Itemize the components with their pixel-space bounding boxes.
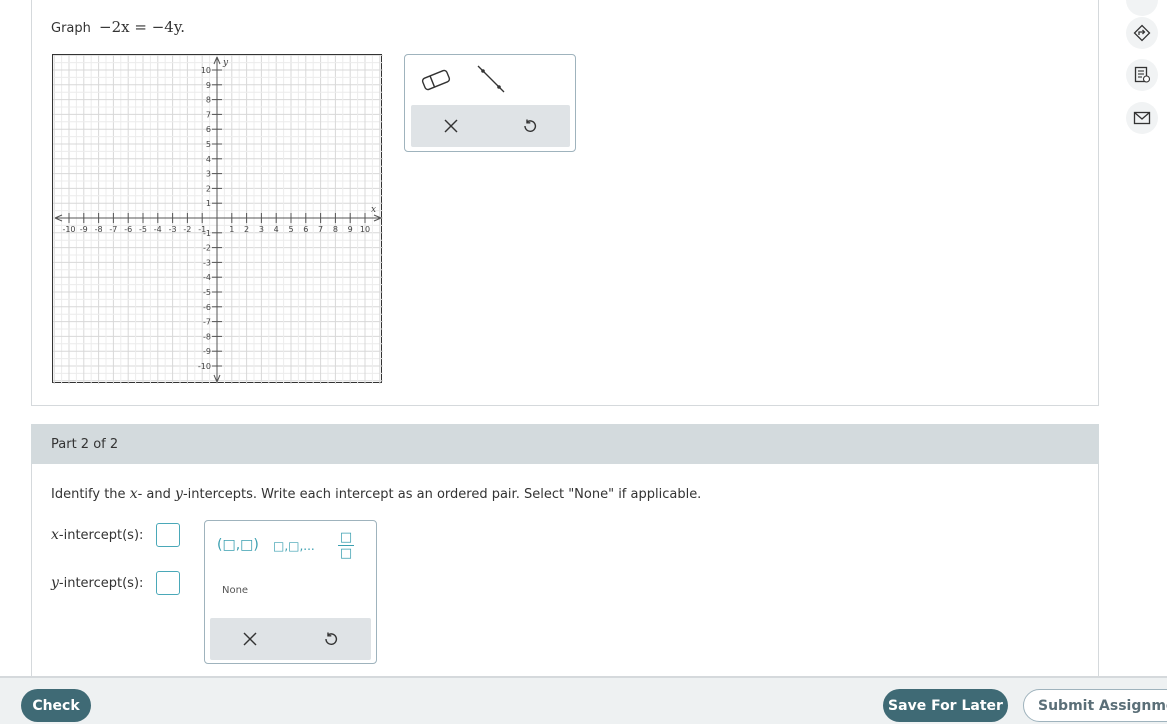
y-tick-label: 3 <box>206 170 211 179</box>
label-text: -intercept(s): <box>58 528 144 543</box>
y-tick-label: 4 <box>206 155 211 164</box>
x-tick-label: 3 <box>259 225 264 234</box>
fraction-template-button[interactable]: □ □ <box>338 531 354 560</box>
y-tick-label: 7 <box>206 110 211 119</box>
fraction-numerator: □ <box>339 530 353 545</box>
x-tick-label: -9 <box>80 225 88 234</box>
y-var: y <box>51 575 59 591</box>
line-tool-icon[interactable] <box>475 63 507 99</box>
y-intercept-input[interactable] <box>156 571 180 595</box>
x-tick-label: 6 <box>303 225 308 234</box>
check-button[interactable]: Check <box>21 689 91 722</box>
y-axis-label: y <box>222 58 229 68</box>
y-tick-label: -6 <box>203 303 211 312</box>
eraser-icon[interactable] <box>419 67 453 97</box>
x-tick-label: -5 <box>139 225 147 234</box>
x-tick-label: 5 <box>288 225 293 234</box>
clear-graph-button[interactable] <box>411 105 491 147</box>
y-tick-label: -10 <box>198 362 211 371</box>
palette-actions <box>210 618 371 660</box>
y-tick-label: -8 <box>203 332 211 341</box>
email-instructor-button[interactable] <box>1126 102 1158 134</box>
x-tick-label: 9 <box>348 225 353 234</box>
x-tick-label: -7 <box>109 225 117 234</box>
graph-svg[interactable]: -10 -9 -8 -7 -6 -5 -4 -3 -2 -1 1 2 3 4 5 6 7 8 9 1010987654… <box>53 55 383 384</box>
y-tick-label: -3 <box>203 258 211 267</box>
mail-icon <box>1133 111 1151 125</box>
undo-answer-button[interactable] <box>291 618 372 660</box>
y-tick-label: 5 <box>206 140 211 149</box>
list-template-button[interactable]: □,□,... <box>273 539 315 553</box>
equation: −2x = −4y. <box>99 18 186 36</box>
footer-bar: Check Save For Later Submit Assignment <box>0 676 1167 724</box>
y-tick-label: -9 <box>203 347 211 356</box>
guided-solution-button[interactable] <box>1126 17 1158 49</box>
y-tick-label: -1 <box>203 229 211 238</box>
undo-icon <box>524 119 537 132</box>
x-intercept-input[interactable] <box>156 523 180 547</box>
y-var: y <box>175 486 183 502</box>
part2-header: Part 2 of 2 <box>31 424 1099 464</box>
y-intercept-label: y-intercept(s): <box>51 575 143 591</box>
directions-icon <box>1133 24 1151 42</box>
undo-icon <box>325 632 337 645</box>
prompt-label: Graph <box>51 21 91 36</box>
label-text: -intercept(s): <box>58 576 144 591</box>
x-tick-label: 8 <box>333 225 338 234</box>
y-tick-label: 9 <box>206 81 211 90</box>
instruction-text: Identify the <box>51 487 130 502</box>
x-var: x <box>51 527 59 543</box>
x-tick-label: -8 <box>95 225 103 234</box>
instruction-text: - and <box>137 487 176 502</box>
graph-canvas[interactable]: -10 -9 -8 -7 -6 -5 -4 -3 -2 -1 1 2 3 4 5 6 7 8 9 10 10 9 8 7 6 5 4… <box>52 54 383 384</box>
y-tick-label: -4 <box>203 273 211 282</box>
instruction-text: -intercepts. Write each intercept as an … <box>182 487 702 502</box>
graph-tool-actions <box>411 105 570 147</box>
x-tick-label: 2 <box>244 225 249 234</box>
x-tick-label: -10 <box>62 225 75 234</box>
close-icon <box>243 632 257 646</box>
graph-prompt: Graph −2x = −4y. <box>51 18 185 36</box>
top-tool-button[interactable] <box>1126 0 1158 16</box>
x-intercept-label: x-intercept(s): <box>51 527 143 543</box>
document-icon <box>1134 66 1151 83</box>
x-tick-label: -3 <box>169 225 177 234</box>
ordered-pair-template-button[interactable]: (□,□) <box>217 537 259 553</box>
undo-graph-button[interactable] <box>491 105 571 147</box>
submit-assignment-button[interactable]: Submit Assignment <box>1023 689 1167 722</box>
math-palette: (□,□) □,□,... □ □ None <box>204 520 377 664</box>
y-tick-label: -7 <box>203 318 211 327</box>
y-tick-label: 1 <box>206 199 211 208</box>
x-tick-label: 4 <box>274 225 279 234</box>
graph-toolbox <box>404 54 576 152</box>
y-tick-label: -5 <box>203 288 211 297</box>
y-tick-label: 8 <box>206 96 211 105</box>
close-icon <box>444 119 458 133</box>
fraction-denominator: □ <box>339 546 353 561</box>
y-tick-label: 10 <box>201 66 211 75</box>
x-axis-label: x <box>371 205 376 215</box>
part2-instruction: Identify the x- and y-intercepts. Write … <box>51 486 701 502</box>
x-tick-label: 10 <box>360 225 370 234</box>
x-tick-label: -4 <box>154 225 162 234</box>
x-tick-label: 7 <box>318 225 323 234</box>
clear-answer-button[interactable] <box>210 618 291 660</box>
y-tick-label: 2 <box>206 184 211 193</box>
y-tick-label: -2 <box>203 244 211 253</box>
x-tick-label: -6 <box>124 225 132 234</box>
x-var: x <box>129 486 138 502</box>
part2-title: Part 2 of 2 <box>51 437 119 452</box>
save-for-later-button[interactable]: Save For Later <box>883 689 1008 722</box>
x-tick-label: -2 <box>183 225 191 234</box>
x-tick-label: 1 <box>229 225 234 234</box>
y-tick-label: 6 <box>206 125 211 134</box>
none-button[interactable]: None <box>222 585 248 596</box>
read-example-button[interactable] <box>1126 59 1158 91</box>
